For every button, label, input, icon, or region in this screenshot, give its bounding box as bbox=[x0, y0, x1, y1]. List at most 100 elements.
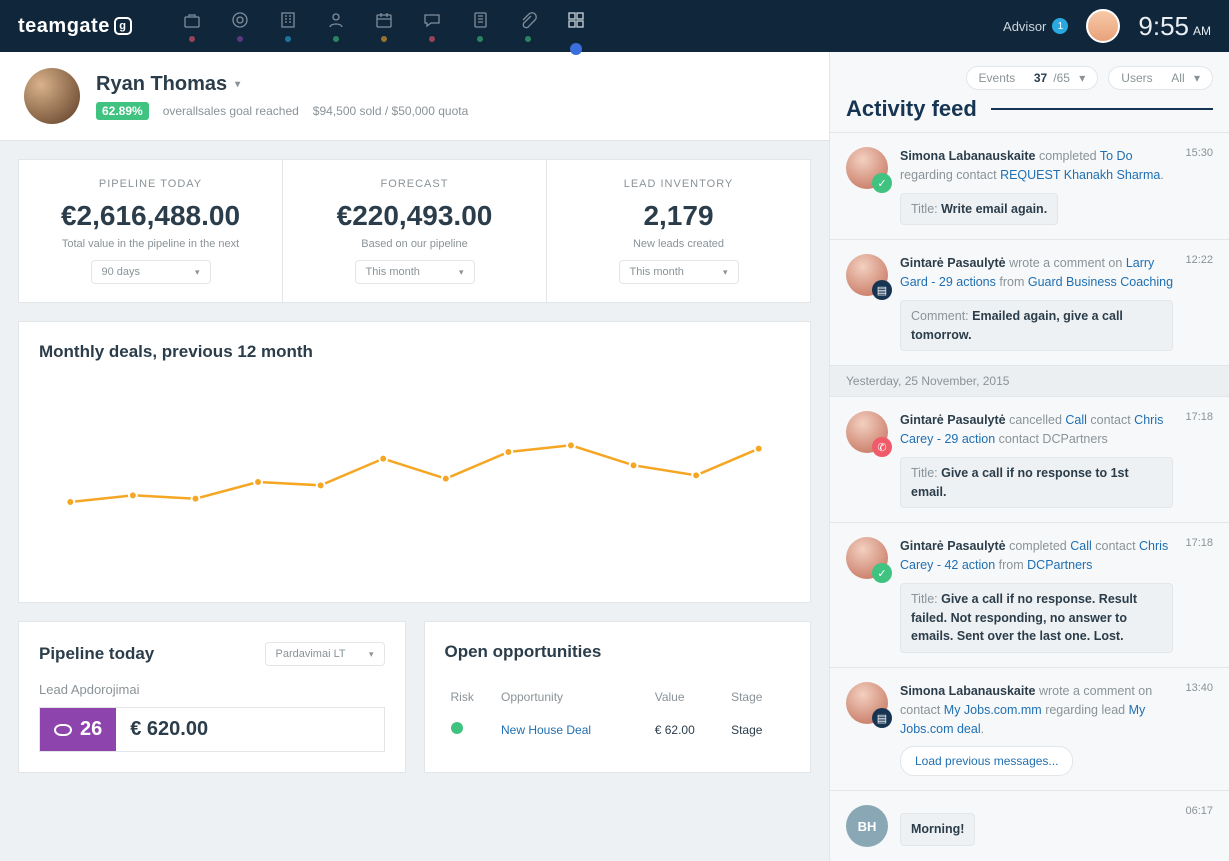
profile-header: Ryan Thomas▾ 62.89% overallsales goal re… bbox=[0, 52, 829, 141]
calendar-icon[interactable] bbox=[374, 10, 394, 42]
target-icon[interactable] bbox=[230, 10, 250, 42]
feed-body: Simona Labanauskaite wrote a comment on … bbox=[900, 682, 1173, 776]
pipeline-today-panel: Pipeline today Pardavimai LT Lead Apdoro… bbox=[18, 621, 406, 773]
chevron-down-icon[interactable]: ▾ bbox=[235, 79, 240, 90]
feed-quote: Comment: Emailed again, give a call tomo… bbox=[900, 300, 1173, 352]
monthly-deals-panel: Monthly deals, previous 12 month bbox=[18, 321, 811, 603]
feed-time: 15:30 bbox=[1185, 147, 1213, 225]
kpi-value: €2,616,488.00 bbox=[29, 200, 272, 232]
nav-icons bbox=[182, 10, 586, 42]
clock: 9:55AM bbox=[1138, 11, 1211, 42]
col-opportunity: Opportunity bbox=[497, 684, 649, 710]
quota-text: $94,500 sold / $50,000 quota bbox=[313, 104, 468, 118]
feed-body: Morning! bbox=[900, 805, 1173, 847]
kpi-sub: New leads created bbox=[557, 238, 800, 250]
profile-name[interactable]: Ryan Thomas▾ bbox=[96, 73, 468, 96]
pipeline-filter-select[interactable]: Pardavimai LT bbox=[265, 642, 385, 666]
feed-time: 17:18 bbox=[1185, 411, 1213, 508]
feed-item[interactable]: ▤ Gintarė Pasaulytė wrote a comment on La… bbox=[830, 239, 1229, 365]
building-icon[interactable] bbox=[278, 10, 298, 42]
advisor-link[interactable]: Advisor 1 bbox=[1003, 18, 1068, 34]
users-filter-pill[interactable]: Users All ▾ bbox=[1108, 66, 1213, 90]
feed-link[interactable]: Call bbox=[1070, 539, 1092, 553]
kpi-card: PIPELINE TODAY €2,616,488.00 Total value i… bbox=[19, 160, 282, 302]
goal-percent-badge: 62.89% bbox=[96, 102, 149, 120]
briefcase-icon[interactable] bbox=[182, 10, 202, 42]
feed-link[interactable]: To Do bbox=[1100, 149, 1133, 163]
kpi-label: LEAD INVENTORY bbox=[557, 178, 800, 190]
pipeline-today-title: Pipeline today bbox=[39, 644, 154, 664]
feed-body: Gintarė Pasaulytė cancelled Call contact… bbox=[900, 411, 1173, 508]
person-icon[interactable] bbox=[326, 10, 346, 42]
notebook-icon[interactable] bbox=[470, 10, 490, 42]
feed-body: Simona Labanauskaite completed To Do reg… bbox=[900, 147, 1173, 225]
feed-status-icon: ✓ bbox=[872, 563, 892, 583]
risk-dot-icon bbox=[451, 722, 463, 734]
goal-text: overallsales goal reached bbox=[163, 104, 299, 118]
feed-quote: Title: Give a call if no response. Resul… bbox=[900, 583, 1173, 653]
feed-body: Gintarė Pasaulytė wrote a comment on Lar… bbox=[900, 254, 1173, 351]
kpi-row: PIPELINE TODAY €2,616,488.00 Total value i… bbox=[18, 159, 811, 303]
feed-link[interactable]: DCPartners bbox=[1027, 558, 1092, 572]
user-avatar[interactable] bbox=[1086, 9, 1120, 43]
feed-quote: Title: Give a call if no response to 1st… bbox=[900, 457, 1173, 509]
kpi-sub: Total value in the pipeline in the next bbox=[29, 238, 272, 250]
profile-avatar[interactable] bbox=[24, 68, 80, 124]
lead-row[interactable]: 26 € 620.00 bbox=[39, 707, 385, 752]
feed-time: 17:18 bbox=[1185, 537, 1213, 653]
kpi-sub: Based on our pipeline bbox=[293, 238, 536, 250]
kpi-card: FORECAST€220,493.00Based on our pipeline… bbox=[282, 160, 546, 302]
open-opportunities-panel: Open opportunities Risk Opportunity Valu… bbox=[424, 621, 812, 773]
feed-avatar: ▤ bbox=[846, 682, 888, 724]
feed-status-icon: ▤ bbox=[872, 708, 892, 728]
feed-item[interactable]: ✆ Gintarė Pasaulytė cancelled Call contac… bbox=[830, 396, 1229, 522]
lead-amount: € 620.00 bbox=[116, 708, 222, 751]
feed-status-icon: ▤ bbox=[872, 280, 892, 300]
feed-link[interactable]: Call bbox=[1065, 413, 1087, 427]
load-previous-button[interactable]: Load previous messages... bbox=[900, 746, 1073, 776]
dashboard-icon[interactable] bbox=[566, 10, 586, 42]
feed-time: 13:40 bbox=[1185, 682, 1213, 776]
col-risk: Risk bbox=[447, 684, 496, 710]
feed-item[interactable]: ✓Gintarė Pasaulytė completed Call contac… bbox=[830, 522, 1229, 667]
feed-quote: Title: Write email again. bbox=[900, 193, 1058, 226]
kpi-label: PIPELINE TODAY bbox=[29, 178, 272, 190]
eye-icon bbox=[54, 724, 72, 736]
feed-avatar: ✓ bbox=[846, 147, 888, 189]
open-opps-title: Open opportunities bbox=[445, 642, 791, 662]
feed-time: 12:22 bbox=[1185, 254, 1213, 351]
kpi-period-select[interactable]: This month bbox=[355, 260, 475, 284]
feed-item[interactable]: ✓ Simona Labanauskaite completed To Do re… bbox=[830, 132, 1229, 239]
feed-status-icon: ✆ bbox=[872, 437, 892, 457]
attachment-icon[interactable] bbox=[518, 10, 538, 42]
feed-item[interactable]: ▤ Simona Labanauskaite wrote a comment on… bbox=[830, 667, 1229, 790]
chat-icon[interactable] bbox=[422, 10, 442, 42]
opportunity-stage: Stage bbox=[727, 712, 788, 747]
chart-title: Monthly deals, previous 12 month bbox=[39, 342, 790, 362]
opportunity-link[interactable]: New House Deal bbox=[501, 723, 591, 737]
kpi-label: FORECAST bbox=[293, 178, 536, 190]
kpi-period-select[interactable]: This month bbox=[619, 260, 739, 284]
opportunity-row[interactable]: New House Deal€ 62.00Stage bbox=[447, 712, 789, 747]
col-value: Value bbox=[651, 684, 725, 710]
activity-feed-sidebar: Events 37/65 ▾ Users All ▾ Activity feed… bbox=[829, 52, 1229, 861]
opportunities-table: Risk Opportunity Value Stage New House D… bbox=[445, 682, 791, 749]
feed-item[interactable]: BH Morning! 06:17 bbox=[830, 790, 1229, 861]
kpi-period-select[interactable]: 90 days bbox=[91, 260, 211, 284]
advisor-badge: 1 bbox=[1052, 18, 1068, 34]
feed-link[interactable]: REQUEST Khanakh Sharma bbox=[1000, 168, 1160, 182]
feed-avatar: ▤ bbox=[846, 254, 888, 296]
feed-avatar: ✆ bbox=[846, 411, 888, 453]
feed-link[interactable]: Guard Business Coaching bbox=[1028, 275, 1173, 289]
feed-time: 06:17 bbox=[1185, 805, 1213, 847]
events-filter-pill[interactable]: Events 37/65 ▾ bbox=[966, 66, 1099, 90]
feed-link[interactable]: My Jobs.com.mm bbox=[944, 703, 1042, 717]
kpi-value: 2,179 bbox=[557, 200, 800, 232]
date-separator: Yesterday, 25 November, 2015 bbox=[830, 365, 1229, 396]
lead-label: Lead Apdorojimai bbox=[39, 682, 385, 697]
activity-feed-title: Activity feed bbox=[846, 96, 977, 122]
lead-count-chip: 26 bbox=[40, 708, 116, 751]
logo[interactable]: teamgateg bbox=[18, 15, 132, 38]
feed-status-icon: ✓ bbox=[872, 173, 892, 193]
feed-avatar: BH bbox=[846, 805, 888, 847]
